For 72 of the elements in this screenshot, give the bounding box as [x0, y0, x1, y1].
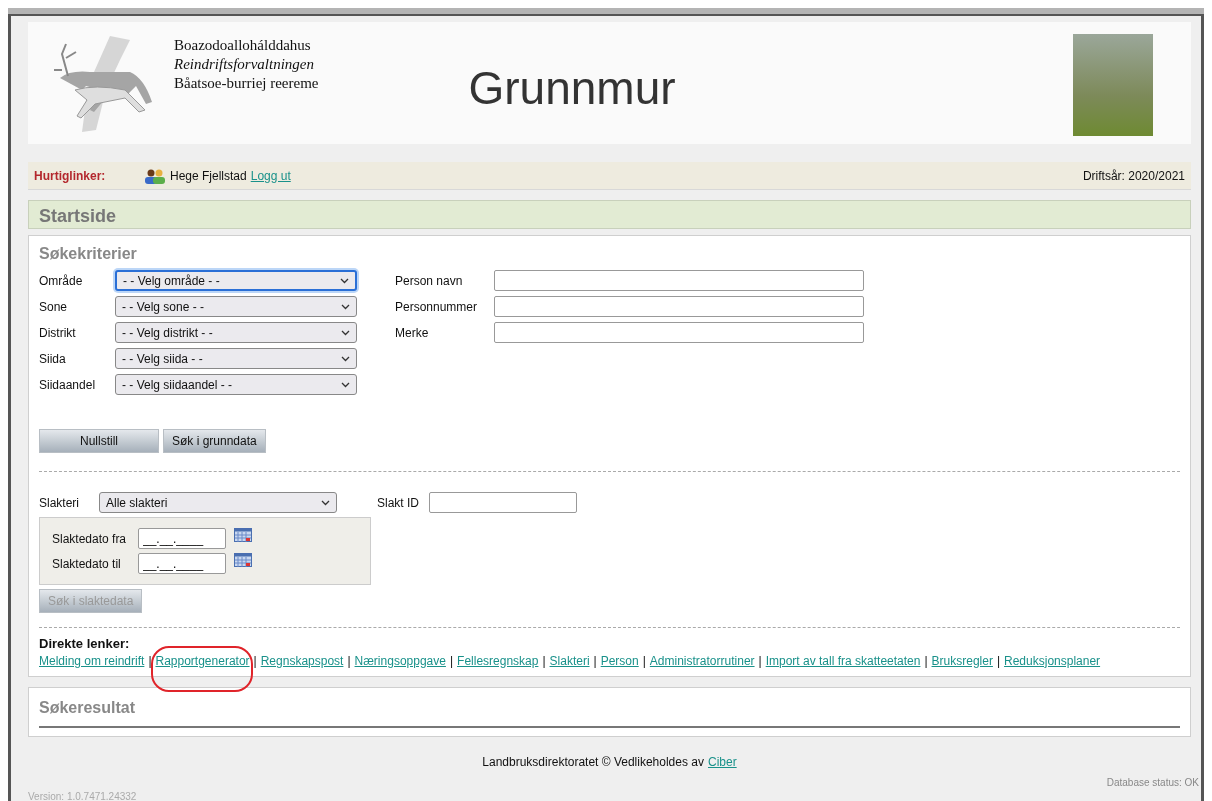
link-separator: |	[347, 653, 351, 668]
field-label: Personnummer	[395, 298, 479, 316]
logout-link[interactable]: Logg ut	[250, 166, 291, 185]
direct-link[interactable]: Rapportgenerator	[155, 653, 250, 668]
chevron-down-icon	[321, 499, 330, 506]
field-label: Distrikt	[39, 324, 77, 342]
field-label: Slakt ID	[377, 494, 419, 512]
direct-link[interactable]: Reduksjonsplaner	[1004, 653, 1101, 668]
direct-link[interactable]: Slakteri	[549, 653, 590, 668]
organization-name: Reindriftsforvaltningen	[174, 55, 315, 74]
field-label: Siidaandel	[39, 376, 97, 394]
direct-link[interactable]: Melding om reindrift	[39, 653, 145, 668]
field-label: Person navn	[395, 272, 464, 290]
field-label: Slakteri	[39, 494, 80, 512]
database-status: Database status: OK	[1105, 775, 1199, 790]
dropdown-select[interactable]: - - Velg sone - -	[115, 296, 357, 317]
text-input[interactable]	[494, 322, 864, 343]
chevron-down-icon	[341, 381, 350, 388]
users-icon	[144, 168, 166, 185]
direct-link[interactable]: Fellesregnskap	[457, 653, 539, 668]
chevron-down-icon	[341, 303, 350, 310]
calendar-icon[interactable]	[234, 527, 252, 542]
text-input[interactable]	[429, 492, 577, 513]
dropdown-select[interactable]: - - Velg område - -	[115, 270, 357, 291]
date-input[interactable]: __.__.____	[138, 528, 226, 549]
field-label: Sone	[39, 298, 69, 316]
section-title: Søkeresultat	[39, 697, 137, 718]
search-button[interactable]: Søk i grunndata	[163, 429, 266, 453]
page-title: Startside	[28, 200, 1191, 229]
date-input[interactable]: __.__.____	[138, 553, 226, 574]
link-separator: |	[924, 653, 928, 668]
operating-year: Driftsår: 2020/2021	[1082, 167, 1185, 185]
calendar-icon[interactable]	[234, 552, 252, 567]
link-separator: |	[542, 653, 546, 668]
direct-link[interactable]: Regnskapspost	[260, 653, 344, 668]
chevron-down-icon	[341, 329, 350, 336]
field-label: Merke	[395, 324, 430, 342]
direct-link[interactable]: Administratorrutiner	[649, 653, 755, 668]
dropdown-select[interactable]: - - Velg siida - -	[115, 348, 357, 369]
vendor-link[interactable]: Ciber	[708, 754, 737, 769]
links-heading: Direkte lenker:	[39, 635, 131, 653]
field-label: Slaktedato til	[52, 555, 122, 573]
text-input[interactable]	[494, 270, 864, 291]
organization-name: Boazodoallohálddahus	[174, 36, 312, 55]
footer-text: Landbruksdirektoratet © Vedlikeholdes av	[482, 754, 704, 769]
direct-link[interactable]: Import av tall fra skatteetaten	[765, 653, 921, 668]
link-separator: |	[642, 653, 646, 668]
version-text: Version: 1.0.7471.24332	[28, 789, 138, 801]
app-title: Grunnmur	[468, 61, 677, 116]
quicklinks-label: Hurtiglinker:	[34, 167, 107, 185]
reset-button[interactable]: Nullstill	[39, 429, 159, 453]
user-name: Hege Fjellstad	[170, 167, 247, 185]
link-separator: |	[148, 653, 152, 668]
dropdown-select[interactable]: - - Velg siidaandel - -	[115, 374, 357, 395]
field-label: Slaktedato fra	[52, 530, 128, 548]
dropdown-select[interactable]: - - Velg distrikt - -	[115, 322, 357, 343]
direct-link[interactable]: Person	[600, 653, 639, 668]
text-input[interactable]	[494, 296, 864, 317]
direct-link[interactable]: Næringsoppgave	[354, 653, 446, 668]
field-label: Område	[39, 272, 84, 290]
link-separator: |	[253, 653, 257, 668]
organization-name: Båatsoe-burriej reereme	[174, 74, 319, 93]
link-separator: |	[758, 653, 762, 668]
direct-link[interactable]: Bruksregler	[931, 653, 993, 668]
link-separator: |	[593, 653, 597, 668]
chevron-down-icon	[341, 355, 350, 362]
link-separator: |	[449, 653, 454, 668]
dropdown-select[interactable]: Alle slakteri	[99, 492, 337, 513]
link-separator: |	[996, 653, 1001, 668]
chevron-down-icon	[340, 277, 349, 284]
field-label: Siida	[39, 350, 67, 368]
section-title: Søkekriterier	[39, 244, 138, 264]
